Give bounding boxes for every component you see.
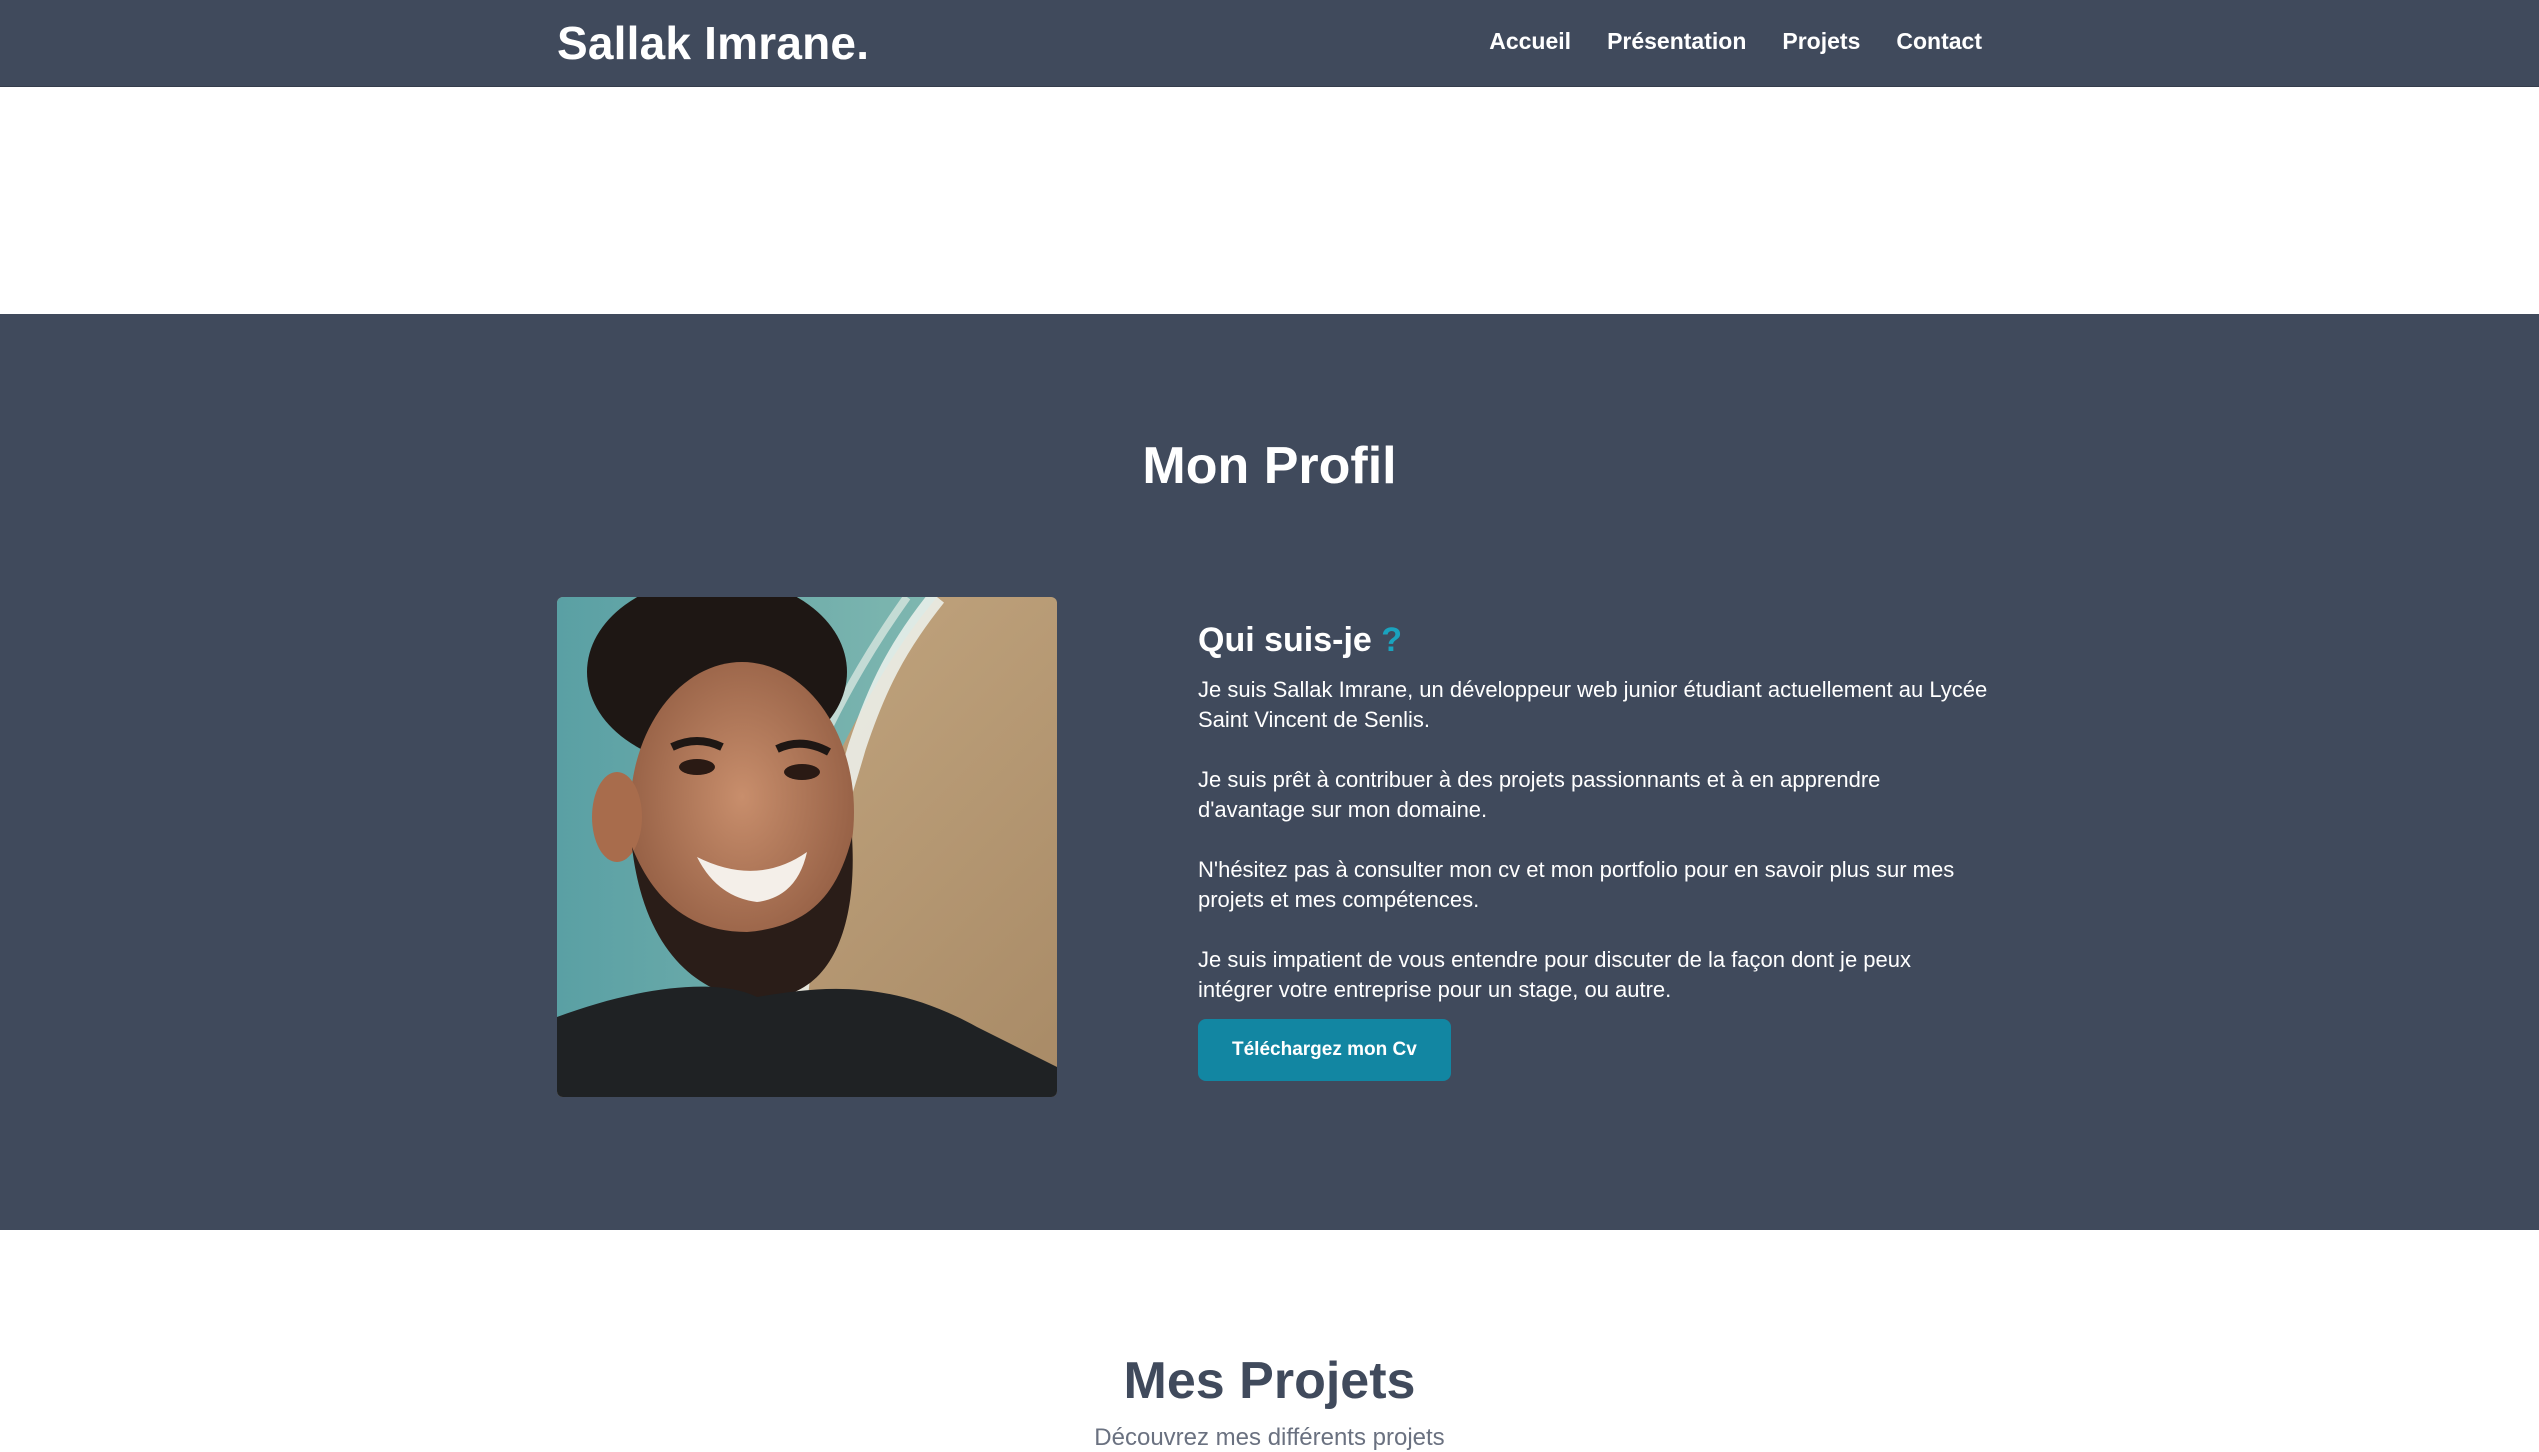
nav-link-accueil[interactable]: Accueil xyxy=(1489,28,1571,55)
about-block: Qui suis-je ? Je suis Sallak Imrane, un … xyxy=(1198,620,1988,1081)
download-cv-button[interactable]: Téléchargez mon Cv xyxy=(1198,1018,1451,1081)
projects-subtitle: Découvrez mes différents projets xyxy=(1094,1424,1445,1451)
about-paragraph: Je suis Sallak Imrane, un développeur we… xyxy=(1198,676,1988,732)
hero-spacer xyxy=(0,87,2539,314)
about-paragraph: Je suis impatient de vous entendre pour … xyxy=(1198,946,1912,1002)
top-navbar: Sallak Imrane. Accueil Présentation Proj… xyxy=(0,0,2539,87)
nav-link-contact[interactable]: Contact xyxy=(1896,28,1982,55)
profile-title: Mon Profil xyxy=(1142,437,1397,495)
about-paragraph: N'hésitez pas à consulter mon cv et mon … xyxy=(1198,856,1955,912)
about-heading-text: Qui suis-je xyxy=(1198,621,1372,659)
profile-photo xyxy=(557,597,1057,1097)
about-paragraph: Je suis prêt à contribuer à des projets … xyxy=(1198,766,1881,822)
nav-link-projets[interactable]: Projets xyxy=(1782,28,1860,55)
site-brand[interactable]: Sallak Imrane. xyxy=(557,16,869,70)
about-heading: Qui suis-je ? xyxy=(1198,620,1988,661)
main-nav: Accueil Présentation Projets Contact xyxy=(1489,28,1982,55)
projects-title: Mes Projets xyxy=(1123,1352,1416,1410)
question-mark: ? xyxy=(1381,621,1403,659)
nav-link-presentation[interactable]: Présentation xyxy=(1607,28,1746,55)
profile-section: Mon Profil Qui suis-je ? Je suis Sallak … xyxy=(0,314,2539,1230)
